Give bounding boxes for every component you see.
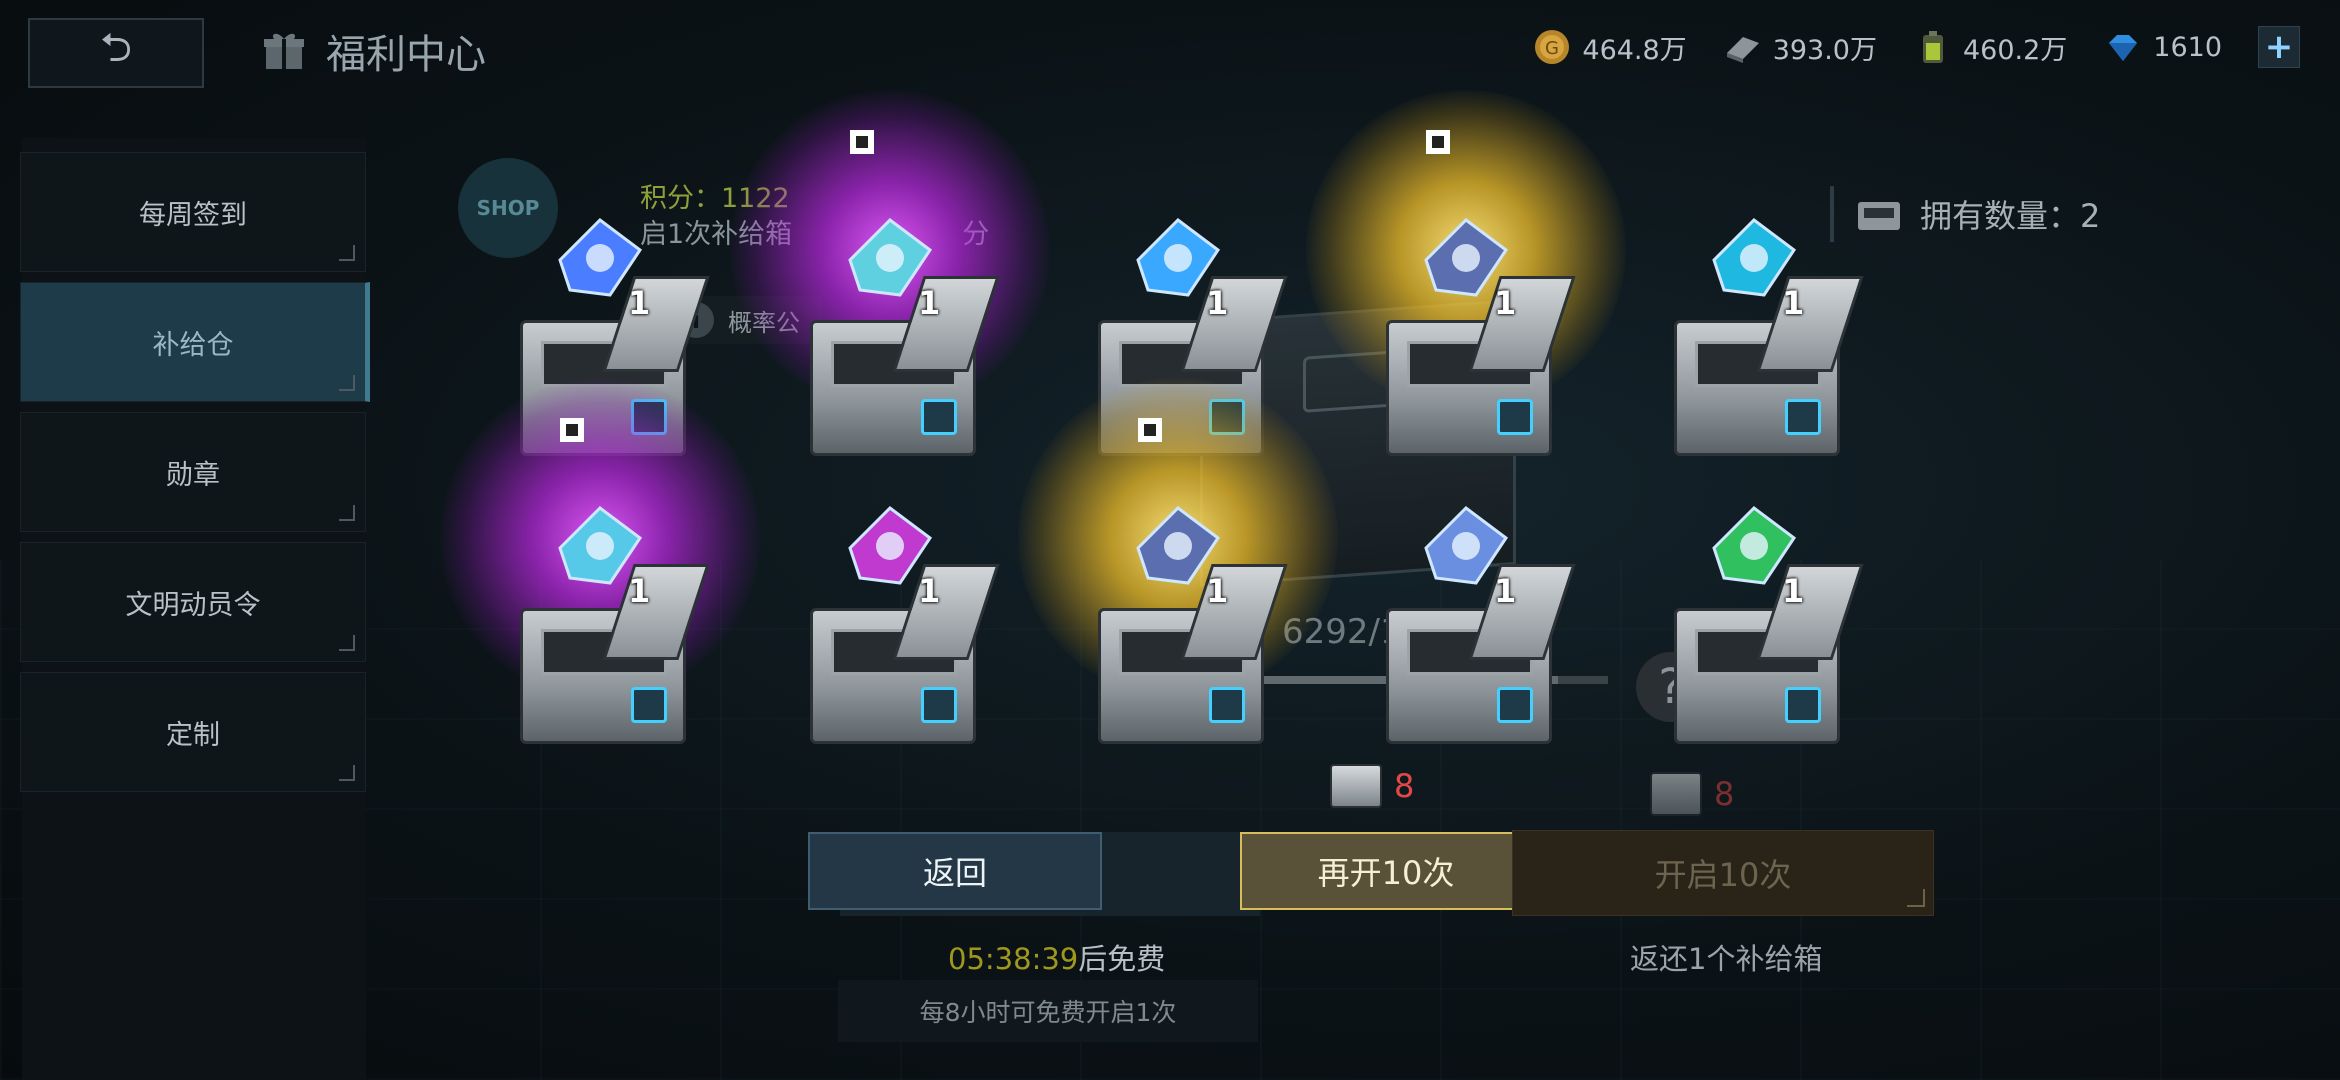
back-button[interactable]: ⮌	[28, 18, 204, 88]
energy-cell-icon	[1922, 31, 1943, 63]
open-10-label: 开启10次	[1654, 856, 1792, 894]
metal-bar-icon	[1726, 37, 1759, 63]
crate-lock	[1785, 687, 1821, 723]
corner-mark	[339, 245, 355, 261]
open-again-10-button[interactable]: 再开10次	[1240, 832, 1532, 910]
reward-cell[interactable]: 1	[1306, 90, 1626, 470]
supply-box-icon	[1650, 772, 1702, 816]
open-cost-value: 8	[1714, 775, 1735, 813]
free-timer: 05:38:39后免费	[948, 936, 1165, 978]
supply-box-icon	[1330, 764, 1382, 808]
page-header: 福利中心	[262, 22, 486, 80]
open-cost: 8	[1650, 772, 1734, 816]
timer-suffix: 后免费	[1078, 942, 1166, 976]
reward-cell[interactable]: 1	[790, 488, 1000, 758]
sidebar-item-mobilization[interactable]: 文明动员令	[20, 542, 366, 662]
rarity-marker-icon	[1138, 418, 1162, 442]
gold-coin-icon: G	[1535, 30, 1570, 64]
reward-count: 1	[628, 572, 651, 610]
again-cost: 8	[1330, 764, 1414, 808]
crate-lock	[631, 687, 667, 723]
sidebar-item-label: 补给仓	[152, 329, 234, 361]
reward-cell[interactable]: 1	[730, 90, 1050, 470]
diamond-icon	[2109, 35, 2138, 61]
svg-text:G: G	[1545, 38, 1559, 59]
resource-gold-value: 464.8万	[1582, 34, 1687, 66]
rarity-marker-icon	[560, 418, 584, 442]
resource-energy: 460.2万	[1913, 27, 2067, 67]
reward-cell[interactable]: 1	[1018, 378, 1338, 758]
rarity-marker-icon	[1426, 130, 1450, 154]
reward-count: 1	[1494, 572, 1517, 610]
timer-value: 05:38:39	[948, 942, 1079, 976]
reward-cell[interactable]: 1	[1366, 488, 1576, 758]
resource-alloy-value: 393.0万	[1772, 34, 1877, 66]
reward-count: 1	[628, 284, 651, 322]
rarity-marker-icon	[850, 130, 874, 154]
sidebar-item-weekly-signin[interactable]: 每周签到	[20, 152, 366, 272]
page-title: 福利中心	[326, 32, 486, 78]
reward-count: 1	[1494, 284, 1517, 322]
reward-count: 1	[1782, 284, 1805, 322]
owned-count: 拥有数量：2	[1830, 186, 2100, 242]
owned-count-label: 拥有数量：2	[1920, 197, 2101, 235]
return-button[interactable]: 返回	[808, 832, 1102, 910]
gift-icon	[264, 33, 304, 69]
corner-mark	[339, 375, 355, 391]
crate-lock	[921, 399, 957, 435]
resource-energy-value: 460.2万	[1962, 34, 2068, 66]
sidebar-item-supply-depot[interactable]: 补给仓	[20, 282, 370, 402]
add-diamond-button[interactable]: +	[2258, 26, 2300, 68]
return-arrow-icon: ⮌	[99, 25, 133, 71]
crate-lock	[1785, 399, 1821, 435]
reward-count: 1	[918, 572, 941, 610]
sidebar-item-custom[interactable]: 定制	[20, 672, 366, 792]
resource-diamond-value: 1610	[2153, 31, 2222, 63]
again-cost-value: 8	[1394, 767, 1415, 805]
sidebar-item-label: 每周签到	[139, 199, 247, 231]
crate-lock	[1497, 687, 1533, 723]
reward-cell[interactable]: 1	[1654, 200, 1864, 470]
refund-note: 返还1个补给箱	[1630, 942, 1823, 976]
resource-bar: G 464.8万 393.0万 460.2万 1610 +	[1532, 26, 2300, 68]
resource-alloy: 393.0万	[1723, 27, 1877, 67]
reward-count: 1	[1782, 572, 1805, 610]
corner-mark	[339, 635, 355, 651]
crate-lock	[1209, 687, 1245, 723]
sidebar-item-label: 勋章	[166, 459, 220, 491]
corner-mark	[1907, 889, 1925, 907]
reward-count: 1	[918, 284, 941, 322]
resource-diamond: 1610	[2103, 27, 2222, 67]
reward-count: 1	[1206, 572, 1229, 610]
supply-box-icon	[1858, 202, 1900, 230]
sidebar-item-label: 定制	[166, 719, 220, 751]
open-10-button[interactable]: 开启10次	[1512, 830, 1934, 916]
corner-mark	[339, 505, 355, 521]
reward-cell[interactable]: 1	[1654, 488, 1864, 758]
sidebar-item-label: 文明动员令	[125, 589, 261, 621]
corner-mark	[339, 765, 355, 781]
free-note: 每8小时可免费开启1次	[838, 980, 1258, 1042]
crate-lock	[921, 687, 957, 723]
sidebar-item-medals[interactable]: 勋章	[20, 412, 366, 532]
resource-gold: G 464.8万	[1532, 27, 1687, 67]
reward-count: 1	[1206, 284, 1229, 322]
crate-lock	[1497, 399, 1533, 435]
reward-cell[interactable]: 1	[440, 378, 760, 758]
